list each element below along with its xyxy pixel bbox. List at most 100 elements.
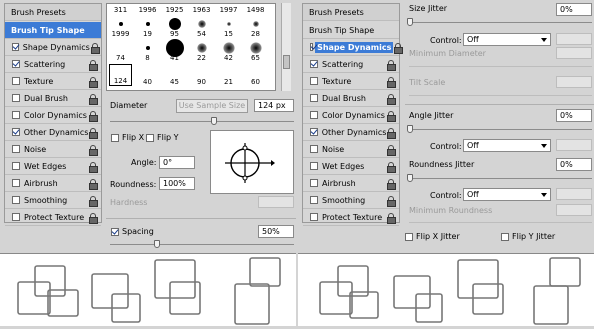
right-option-texture[interactable]: Texture [303, 73, 399, 90]
brush-preset-cell[interactable]: 21 [217, 64, 240, 86]
right-option-scattering[interactable]: Scattering [303, 56, 399, 73]
lock-icon[interactable] [386, 144, 396, 156]
option-checkbox[interactable] [12, 111, 20, 119]
right-option-wet-edges[interactable]: Wet Edges [303, 158, 399, 175]
brush-preset-cell[interactable]: 28 [244, 16, 267, 38]
spacing-checkbox[interactable] [111, 228, 119, 236]
option-checkbox[interactable] [310, 111, 318, 119]
brush-preset-cell[interactable]: 1996 [136, 0, 159, 14]
roundness-jitter-input[interactable]: 0% [556, 158, 592, 171]
brush-preset-cell[interactable]: 8 [136, 40, 159, 62]
lock-icon[interactable] [88, 212, 98, 224]
option-checkbox[interactable] [12, 43, 19, 51]
left-option-color-dynamics[interactable]: Color Dynamics [5, 107, 101, 124]
left-option-wet-edges[interactable]: Wet Edges [5, 158, 101, 175]
brush-preset-cell[interactable]: 124 [109, 64, 132, 86]
option-checkbox[interactable] [12, 213, 20, 221]
left-brush-presets-header[interactable]: Brush Presets [5, 4, 101, 21]
brush-preset-cell[interactable]: 42 [217, 40, 240, 62]
flip-y-checkbox[interactable] [146, 134, 154, 142]
lock-icon[interactable] [393, 42, 402, 54]
lock-icon[interactable] [88, 195, 98, 207]
left-option-texture[interactable]: Texture [5, 73, 101, 90]
lock-icon[interactable] [386, 178, 396, 190]
lock-icon[interactable] [88, 110, 98, 122]
option-checkbox[interactable] [310, 162, 318, 170]
option-checkbox[interactable] [12, 196, 20, 204]
right-option-other-dynamics[interactable]: Other Dynamics [303, 124, 399, 141]
brush-preset-cell[interactable]: 54 [190, 16, 213, 38]
brush-preset-cell[interactable]: 74 [109, 40, 132, 62]
right-option-brush-tip-shape[interactable]: Brush Tip Shape [303, 22, 399, 39]
left-option-dual-brush[interactable]: Dual Brush [5, 90, 101, 107]
right-brush-presets-header[interactable]: Brush Presets [303, 4, 399, 21]
option-checkbox[interactable] [12, 60, 20, 68]
option-checkbox[interactable] [310, 196, 318, 204]
option-checkbox[interactable] [310, 60, 318, 68]
roundness-input[interactable]: 100% [159, 177, 195, 190]
brush-preset-cell[interactable]: 41 [163, 39, 186, 62]
option-checkbox[interactable] [310, 94, 318, 102]
brush-preset-cell[interactable]: 40 [136, 64, 159, 86]
right-option-color-dynamics[interactable]: Color Dynamics [303, 107, 399, 124]
left-option-brush-tip-shape[interactable]: Brush Tip Shape [5, 22, 101, 39]
left-option-protect-texture[interactable]: Protect Texture [5, 209, 101, 226]
angle-jitter-input[interactable]: 0% [556, 109, 592, 122]
flip-x-checkbox[interactable] [111, 134, 119, 142]
right-option-protect-texture[interactable]: Protect Texture [303, 209, 399, 226]
brush-preset-cell[interactable]: 60 [244, 64, 267, 86]
brush-preset-cell[interactable]: 19 [136, 16, 159, 38]
roundness-control-select[interactable]: Off [463, 188, 551, 201]
brush-preset-cell[interactable]: 1963 [190, 0, 213, 14]
right-option-dual-brush[interactable]: Dual Brush [303, 90, 399, 107]
lock-icon[interactable] [386, 59, 396, 71]
lock-icon[interactable] [386, 161, 396, 173]
lock-icon[interactable] [88, 161, 98, 173]
roundness-jitter-thumb[interactable] [407, 174, 413, 182]
brush-angle-roundness-widget[interactable] [210, 130, 294, 194]
left-option-other-dynamics[interactable]: Other Dynamics [5, 124, 101, 141]
brush-grid-scrollbar[interactable] [281, 3, 291, 91]
brush-preset-cell[interactable]: 22 [190, 40, 213, 62]
right-option-shape-dynamics[interactable]: Shape Dynamics [303, 39, 402, 56]
option-checkbox[interactable] [310, 213, 318, 221]
spacing-slider-thumb[interactable] [154, 240, 160, 248]
diameter-slider-thumb[interactable] [211, 117, 217, 125]
brush-preset-cell[interactable]: 45 [163, 64, 186, 86]
lock-icon[interactable] [386, 212, 396, 224]
brush-preset-cell[interactable]: 1498 [244, 0, 267, 14]
option-checkbox[interactable] [310, 179, 318, 187]
size-jitter-input[interactable]: 0% [556, 3, 592, 16]
size-control-select[interactable]: Off [463, 33, 551, 46]
brush-preset-cell[interactable]: 1925 [163, 0, 186, 14]
lock-icon[interactable] [386, 110, 396, 122]
option-checkbox[interactable] [12, 94, 20, 102]
option-checkbox[interactable] [310, 128, 318, 136]
diameter-input[interactable]: 124 px [254, 99, 294, 112]
lock-icon[interactable] [90, 42, 101, 54]
right-option-airbrush[interactable]: Airbrush [303, 175, 399, 192]
brush-preset-cell[interactable]: 65 [244, 40, 267, 62]
angle-control-select[interactable]: Off [463, 139, 551, 152]
lock-icon[interactable] [88, 178, 98, 190]
spacing-input[interactable]: 50% [258, 225, 294, 238]
lock-icon[interactable] [386, 195, 396, 207]
option-checkbox[interactable] [310, 145, 318, 153]
flip-x-jitter-checkbox[interactable] [405, 233, 413, 241]
option-checkbox[interactable] [12, 77, 20, 85]
right-option-noise[interactable]: Noise [303, 141, 399, 158]
lock-icon[interactable] [386, 127, 396, 139]
brush-preset-cell[interactable]: 95 [163, 16, 186, 38]
option-checkbox[interactable] [12, 162, 20, 170]
lock-icon[interactable] [88, 144, 98, 156]
brush-preset-cell[interactable]: 311 [109, 0, 132, 14]
brush-preset-cell[interactable]: 1999 [109, 16, 132, 38]
option-checkbox[interactable] [310, 77, 318, 85]
option-checkbox[interactable] [12, 145, 20, 153]
flip-y-jitter-checkbox[interactable] [501, 233, 509, 241]
left-option-shape-dynamics[interactable]: Shape Dynamics [5, 39, 101, 56]
option-checkbox[interactable] [12, 179, 20, 187]
brush-preset-cell[interactable]: 15 [217, 16, 240, 38]
lock-icon[interactable] [88, 76, 98, 88]
left-option-smoothing[interactable]: Smoothing [5, 192, 101, 209]
